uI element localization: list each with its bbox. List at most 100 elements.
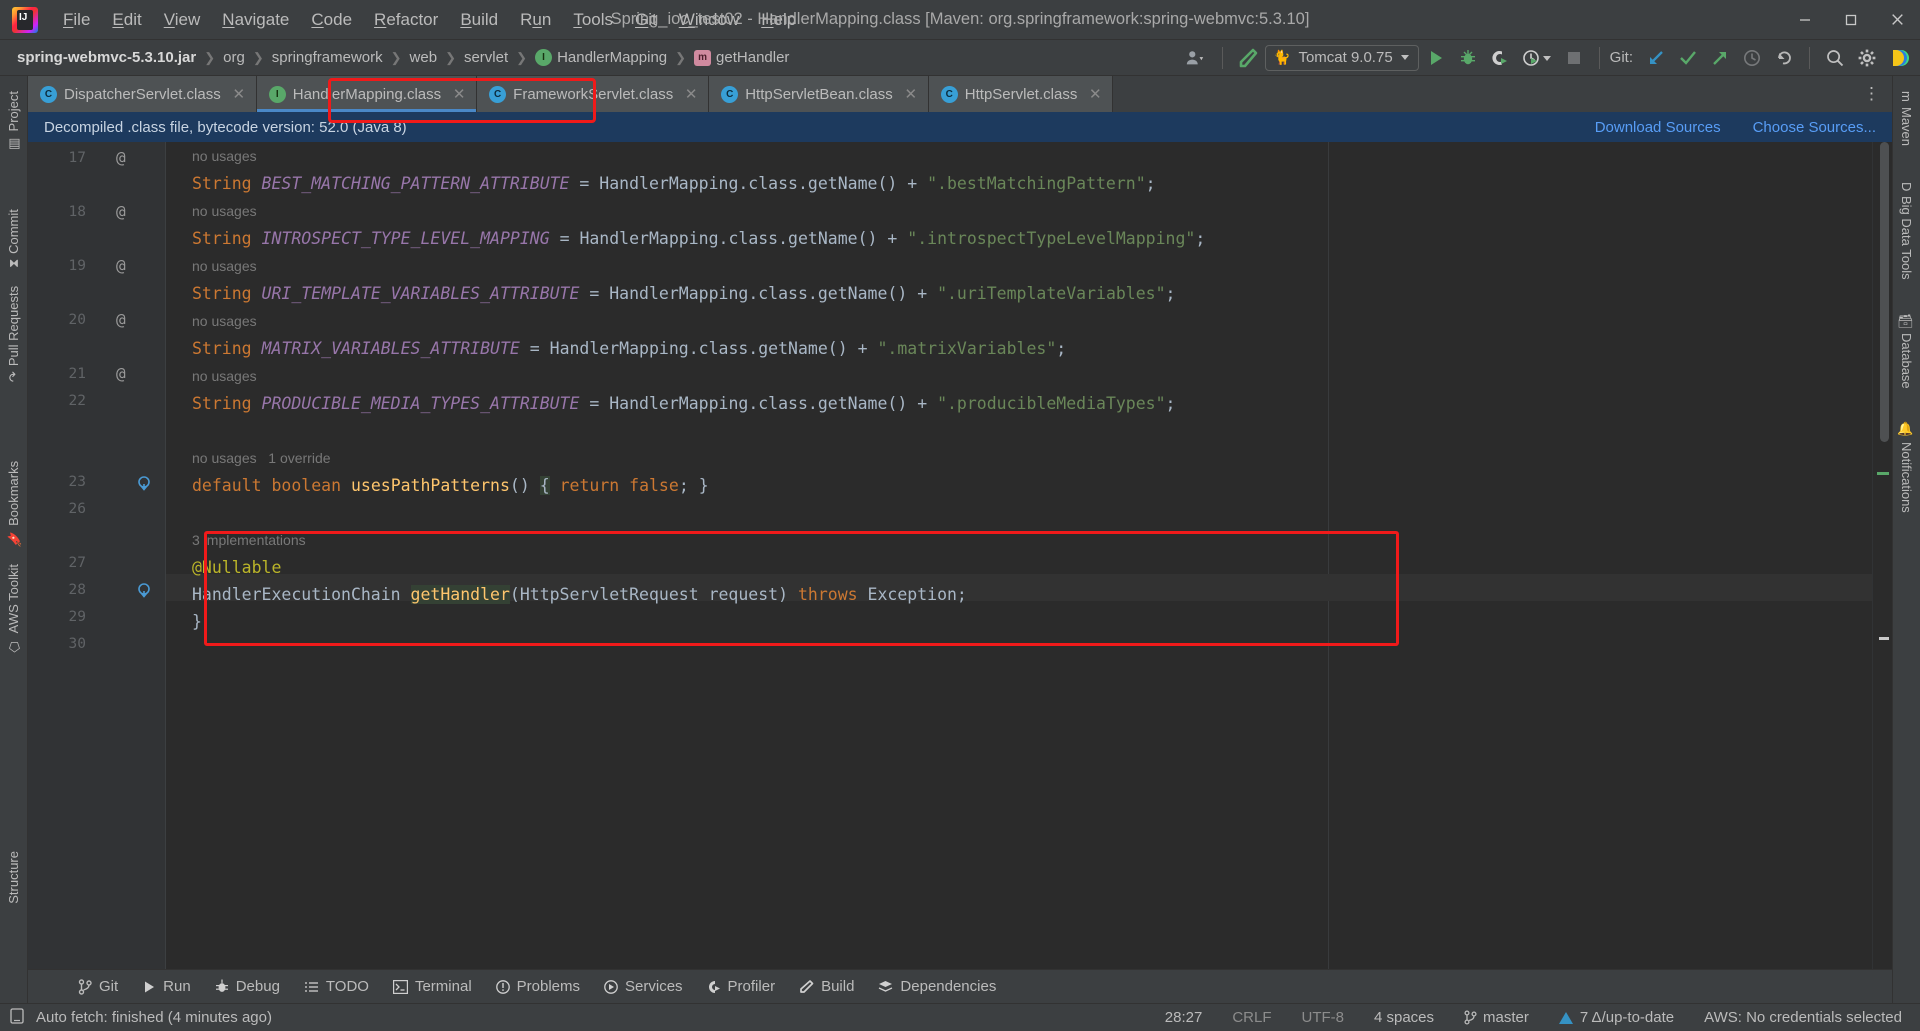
code-text-area[interactable]: no usages String BEST_MATCHING_PATTERN_A… (166, 142, 1872, 969)
more-options-icon[interactable]: ⋮ (1851, 76, 1892, 112)
sidebar-item-aws-toolkit[interactable]: ⬠ AWS Toolkit (3, 555, 24, 662)
code-editor[interactable]: 17 @ 18 @ 19 @ 20 @ 21 @ 22 23 26 27 28 … (28, 142, 1892, 969)
git-branch-widget[interactable]: master (1460, 1007, 1533, 1028)
tool-window-problems[interactable]: Problems (486, 974, 590, 999)
source-code[interactable]: no usages String BEST_MATCHING_PATTERN_A… (192, 142, 1205, 635)
breadcrumb-org[interactable]: org (218, 47, 250, 68)
window-controls (1782, 0, 1920, 40)
usage-hint[interactable]: no usages (192, 258, 257, 274)
implemented-method-icon[interactable] (136, 475, 152, 495)
menu-item-build[interactable]: Build (449, 6, 509, 34)
ai-assistant-icon[interactable] (1884, 44, 1914, 72)
menu-item-view[interactable]: View (153, 6, 212, 34)
tool-window-build[interactable]: Build (789, 974, 864, 999)
status-message[interactable]: Auto fetch: finished (4 minutes ago) (32, 1007, 276, 1028)
close-icon[interactable]: ✕ (1088, 85, 1102, 103)
editor-gutter[interactable]: 17 @ 18 @ 19 @ 20 @ 21 @ 22 23 26 27 28 … (28, 142, 179, 969)
sidebar-item-commit[interactable]: ⧗ Commit (3, 200, 24, 277)
close-icon[interactable]: ✕ (684, 85, 698, 103)
breadcrumb-web[interactable]: web (405, 47, 443, 68)
search-icon[interactable] (1820, 44, 1850, 72)
tab-handlermapping[interactable]: I HandlerMapping.class ✕ (256, 76, 478, 112)
minimize-button[interactable] (1782, 0, 1828, 40)
updates-widget[interactable]: 7 Δ/up-to-date (1555, 1007, 1678, 1028)
menu-item-run[interactable]: Run (509, 6, 562, 34)
menu-item-navigate[interactable]: Navigate (211, 6, 300, 34)
profiler-button[interactable] (1517, 44, 1557, 72)
implemented-method-icon[interactable] (136, 582, 152, 602)
rail-label: Pull Requests (6, 286, 21, 367)
stop-button[interactable] (1559, 44, 1589, 72)
menu-item-tools[interactable]: Tools (562, 6, 624, 34)
menu-item-help[interactable]: Help (750, 6, 807, 34)
close-button[interactable] (1874, 0, 1920, 40)
indent-setting[interactable]: 4 spaces (1370, 1007, 1438, 1028)
usage-hint[interactable]: no usages 1 override (192, 450, 331, 466)
sidebar-item-big-data-tools[interactable]: D Big Data Tools (1896, 173, 1917, 289)
error-marker[interactable] (1877, 472, 1889, 475)
usage-hint[interactable]: no usages (192, 148, 257, 164)
sidebar-item-bookmarks[interactable]: 🔖 Bookmarks (3, 452, 24, 556)
breadcrumb-gethandler[interactable]: m getHandler (689, 47, 794, 68)
aws-credentials-widget[interactable]: AWS: No credentials selected (1700, 1007, 1906, 1028)
usage-hint[interactable]: no usages (192, 313, 257, 329)
git-history-clock-icon[interactable] (1737, 44, 1767, 72)
tool-window-git[interactable]: Git (68, 974, 128, 999)
menu-item-window[interactable]: Window (668, 6, 750, 34)
download-sources-link[interactable]: Download Sources (1595, 119, 1721, 136)
tool-window-debug[interactable]: Debug (205, 974, 290, 999)
breadcrumb-servlet[interactable]: servlet (459, 47, 513, 68)
usage-hint[interactable]: no usages (192, 203, 257, 219)
sidebar-item-notifications[interactable]: 🔔 Notifications (1896, 412, 1917, 522)
menu-item-refactor[interactable]: Refactor (363, 6, 449, 34)
sidebar-item-project[interactable]: ▤ Project (3, 82, 24, 160)
run-configuration-selector[interactable]: 🐈 Tomcat 9.0.75 (1265, 44, 1419, 71)
menu-item-code[interactable]: Code (300, 6, 363, 34)
choose-sources-link[interactable]: Choose Sources... (1753, 119, 1876, 136)
tab-httpservletbean[interactable]: C HttpServletBean.class ✕ (709, 76, 929, 112)
debug-button[interactable] (1453, 44, 1483, 72)
close-icon[interactable]: ✕ (904, 85, 918, 103)
tool-window-todo[interactable]: TODO (294, 974, 379, 999)
run-button[interactable] (1421, 44, 1451, 72)
git-commit-checkmark-icon[interactable] (1673, 44, 1703, 72)
menu-item-file[interactable]: File (52, 6, 101, 34)
sidebar-item-maven[interactable]: m Maven (1896, 82, 1917, 155)
tool-window-dependencies[interactable]: Dependencies (868, 974, 1006, 999)
menu-item-edit[interactable]: Edit (101, 6, 152, 34)
implementations-hint[interactable]: 3 implementations (192, 532, 306, 548)
git-push-arrow-icon[interactable] (1705, 44, 1735, 72)
tool-window-services[interactable]: Services (594, 974, 693, 999)
tool-window-terminal[interactable]: Terminal (383, 974, 482, 999)
close-icon[interactable]: ✕ (232, 85, 246, 103)
tab-dispatcherservlet[interactable]: C DispatcherServlet.class ✕ (28, 76, 257, 112)
tool-window-run[interactable]: Run (132, 974, 201, 999)
file-encoding[interactable]: UTF-8 (1297, 1007, 1348, 1028)
tab-frameworkservlet[interactable]: C FrameworkServlet.class ✕ (477, 76, 710, 112)
breadcrumb-handlermapping[interactable]: I HandlerMapping (530, 47, 672, 68)
sidebar-item-database[interactable]: 🗃 Database (1896, 303, 1917, 398)
git-update-project-icon[interactable] (1641, 44, 1671, 72)
sidebar-item-structure[interactable]: Structure (3, 842, 24, 913)
run-with-coverage-button[interactable] (1485, 44, 1515, 72)
git-rollback-icon[interactable] (1769, 44, 1799, 72)
gear-icon[interactable] (1852, 44, 1882, 72)
maximize-button[interactable] (1828, 0, 1874, 40)
sidebar-item-pull-requests[interactable]: ↷ Pull Requests (3, 277, 24, 391)
menu-item-git[interactable]: Git (624, 6, 668, 34)
caret-position[interactable]: 28:27 (1161, 1007, 1207, 1028)
editor-marker-strip[interactable] (1872, 142, 1892, 969)
line-separator[interactable]: CRLF (1228, 1007, 1275, 1028)
tool-window-profiler[interactable]: Profiler (697, 974, 786, 999)
tab-httpservlet[interactable]: C HttpServlet.class ✕ (928, 76, 1114, 112)
todo-list-icon (304, 981, 318, 992)
editor-vertical-scrollbar[interactable] (1880, 142, 1889, 442)
build-hammer-icon[interactable] (1233, 44, 1263, 72)
close-icon[interactable]: ✕ (452, 85, 466, 103)
breadcrumb-springframework[interactable]: springframework (267, 47, 388, 68)
breadcrumb-separator: ❯ (390, 49, 402, 65)
usage-hint[interactable]: no usages (192, 368, 257, 384)
user-profile-icon[interactable] (1178, 44, 1212, 72)
breadcrumb-jar[interactable]: spring-webmvc-5.3.10.jar (12, 47, 201, 68)
event-log-icon[interactable] (10, 1007, 24, 1028)
